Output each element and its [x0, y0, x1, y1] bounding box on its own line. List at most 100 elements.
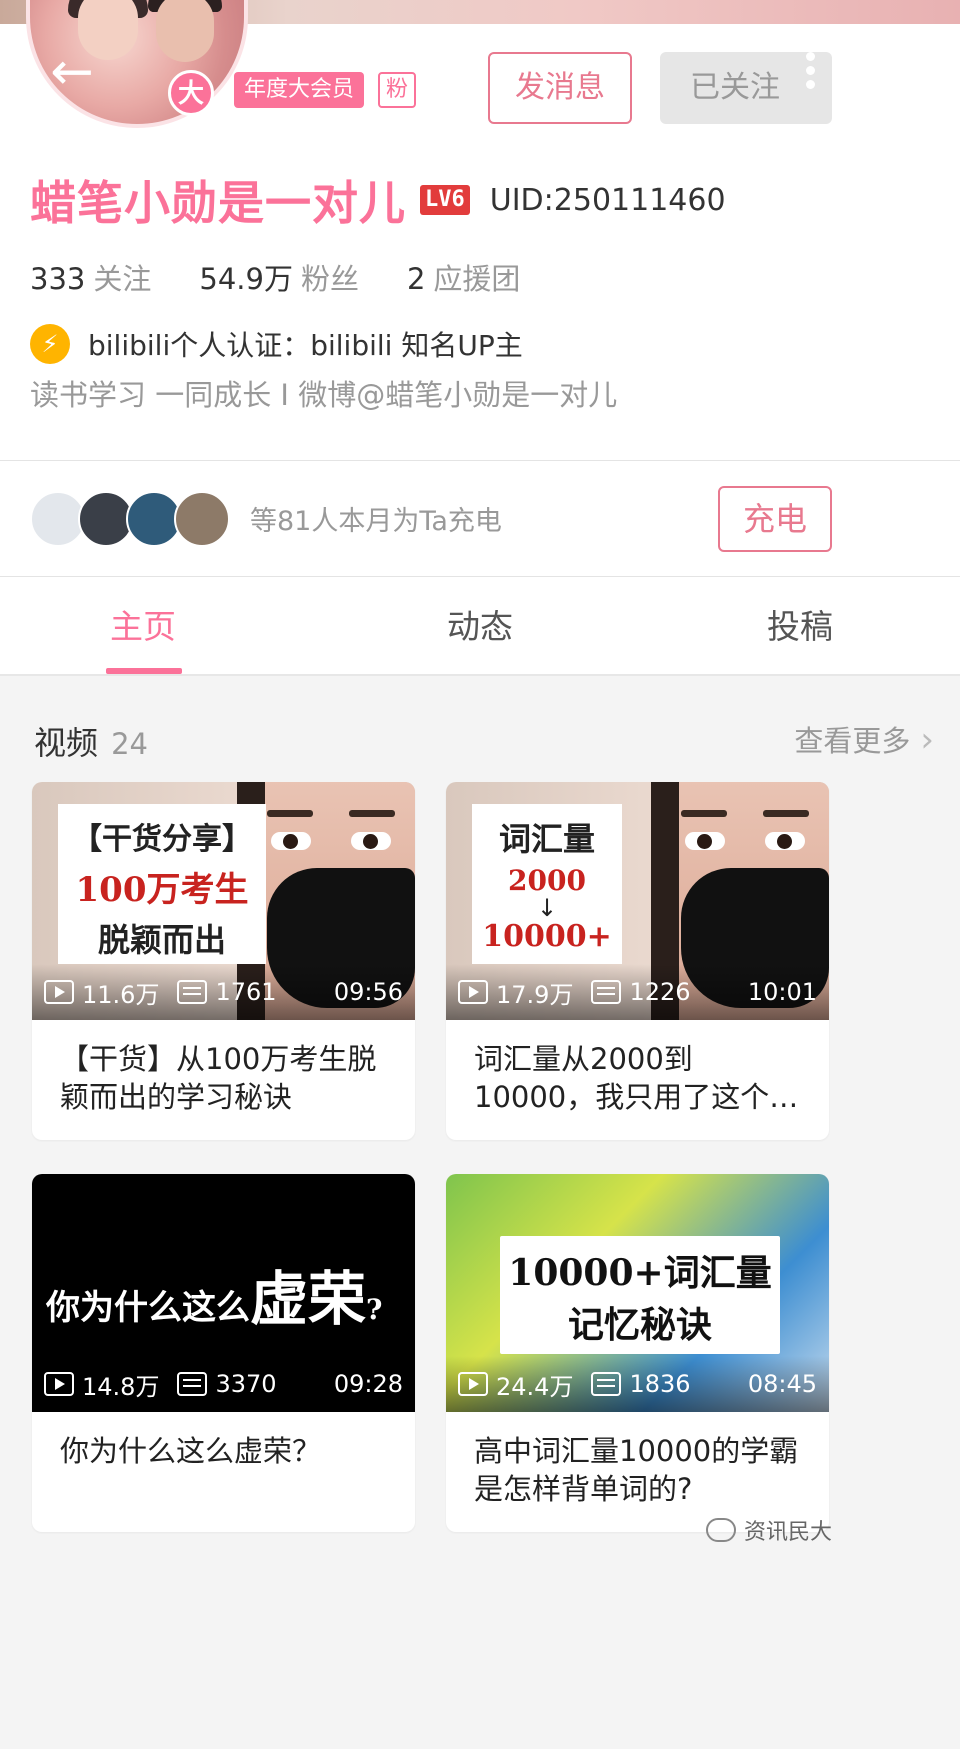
watermark: 资讯民大	[706, 1514, 832, 1546]
play-count-icon	[44, 1372, 74, 1396]
eye	[765, 832, 805, 850]
fan-tag[interactable]: 粉	[378, 72, 416, 108]
thumbnail-text: 你为什么这么虚荣?	[46, 1252, 406, 1336]
danmaku-icon	[591, 980, 622, 1004]
verification-row: ⚡ bilibili个人认证：bilibili 知名UP主	[30, 322, 523, 366]
username: 蜡笔小勋是一对儿	[30, 176, 406, 230]
view-count: 14.8万	[82, 1372, 160, 1401]
stat-support-groups[interactable]: 2 应援团	[407, 256, 520, 300]
video-thumbnail: 10000+词汇量 记忆秘诀 24.4万 1836 08:45	[446, 1174, 829, 1412]
video-thumbnail: 【干货分享】 100万考生 脱颖而出 11.6万 1761 09:56	[32, 782, 415, 1020]
video-thumbnail: 你为什么这么虚荣? 14.8万 3370 09:28	[32, 1174, 415, 1412]
danmaku-icon	[177, 1372, 208, 1396]
danmaku-count: 1836	[629, 1370, 691, 1398]
annual-vip-tag[interactable]: 年度大会员	[234, 72, 365, 108]
see-more-link[interactable]: 查看更多 ›	[794, 718, 934, 760]
stat-label: 粉丝	[300, 262, 359, 296]
send-message-button[interactable]: 发消息	[488, 52, 632, 124]
danmaku-icon	[591, 1372, 622, 1396]
charge-row: 等81人本月为Ta充电 充电	[0, 461, 960, 576]
brow	[681, 810, 727, 817]
danmaku-count: 1226	[629, 978, 691, 1006]
eye	[351, 832, 391, 850]
lightning-icon: ⚡	[30, 324, 70, 364]
danmaku-count: 1761	[215, 978, 277, 1006]
name-row: 蜡笔小勋是一对儿 LV6 UID:250111460	[30, 170, 726, 230]
tab-home[interactable]: 主页	[0, 577, 320, 674]
stat-label: 应援团	[433, 262, 521, 296]
wechat-icon	[706, 1518, 736, 1542]
video-card[interactable]: 【干货分享】 100万考生 脱颖而出 11.6万 1761 09:56 【干货】…	[32, 782, 415, 1140]
thumb-text: 词汇量	[498, 820, 595, 858]
profile-header: ← 大 年度大会员 粉 发消息 已关注 蜡笔小勋是一对儿 LV6 UID:250…	[0, 0, 960, 515]
thumb-text: 虚荣	[250, 1265, 367, 1333]
thumbnail-text-card: 词汇量 2000 ↓ 10000+	[472, 804, 622, 964]
signature: 读书学习 一同成长 I 微博@蜡笔小勋是一对儿	[30, 378, 618, 412]
danmaku-count: 3370	[215, 1370, 277, 1398]
verification-text: bilibili个人认证：bilibili 知名UP主	[88, 329, 523, 362]
level-badge: LV6	[420, 185, 470, 215]
thumb-text: 【干货分享】	[72, 822, 252, 857]
stats-row: 333 关注 54.9万 粉丝 2 应援团	[30, 256, 568, 300]
video-thumbnail: 词汇量 2000 ↓ 10000+ 17.9万 1226 10:01	[446, 782, 829, 1020]
section-count: 24	[111, 727, 149, 761]
video-title: 【干货】从100万考生脱颖而出的学习秘诀	[60, 1042, 377, 1114]
view-count: 17.9万	[496, 980, 574, 1009]
eye	[685, 832, 725, 850]
charge-button[interactable]: 充电	[718, 486, 832, 552]
back-button[interactable]: ←	[44, 46, 100, 98]
video-meta-bar: 24.4万 1836 08:45	[446, 1356, 829, 1412]
eye	[271, 832, 311, 850]
section-title: 视频	[34, 724, 99, 762]
thumb-text: 记忆秘诀	[567, 1304, 712, 1346]
thumb-text: 10000+	[482, 919, 612, 954]
video-title: 你为什么这么虚荣？	[60, 1434, 322, 1468]
brow	[349, 810, 395, 817]
video-duration: 09:28	[333, 1370, 403, 1398]
video-meta-bar: 14.8万 3370 09:28	[32, 1356, 415, 1412]
play-count-icon	[458, 980, 488, 1004]
video-card[interactable]: 词汇量 2000 ↓ 10000+ 17.9万 1226 10:01 词汇量从2…	[446, 782, 829, 1140]
stat-fans[interactable]: 54.9万 粉丝	[199, 256, 359, 300]
thumb-text: 10000+词汇量	[508, 1252, 772, 1294]
video-card[interactable]: 你为什么这么虚荣? 14.8万 3370 09:28 你为什么这么虚荣？	[32, 1174, 415, 1532]
tab-uploads[interactable]: 投稿	[640, 577, 960, 674]
danmaku-icon	[177, 980, 208, 1004]
more-vertical-icon[interactable]	[800, 52, 820, 96]
arrow-left-icon: ←	[50, 42, 94, 102]
thumb-text: ?	[366, 1293, 383, 1326]
charge-count-text[interactable]: 等81人本月为Ta充电	[250, 499, 502, 538]
arrow-down-icon: ↓	[536, 894, 558, 922]
thumb-text: 你为什么这么	[46, 1288, 250, 1328]
view-count: 24.4万	[496, 1372, 574, 1401]
stat-value: 333	[30, 262, 86, 296]
play-count-icon	[458, 1372, 488, 1396]
thumb-text: 100万考生	[75, 870, 249, 910]
divider	[0, 674, 960, 676]
charger-avatars[interactable]	[30, 491, 230, 547]
stat-value: 2	[406, 262, 426, 296]
thumbnail-text-card: 【干货分享】 100万考生 脱颖而出	[58, 804, 266, 964]
video-title: 词汇量从2000到10000，我只用了这个…	[474, 1042, 799, 1114]
video-meta-bar: 11.6万 1761 09:56	[32, 964, 415, 1020]
watermark-text: 资讯民大	[744, 1520, 833, 1545]
uid: UID:250111460	[489, 182, 726, 218]
tab-dynamics[interactable]: 动态	[320, 577, 640, 674]
stat-label: 关注	[93, 262, 152, 296]
video-duration: 10:01	[747, 978, 817, 1006]
thumbnail-text-card: 10000+词汇量 记忆秘诀	[500, 1236, 780, 1354]
stat-following[interactable]: 333 关注	[30, 256, 151, 300]
avatar-face-right	[156, 0, 214, 62]
play-count-icon	[44, 980, 74, 1004]
thumb-text: 2000	[508, 864, 586, 897]
chevron-right-icon: ›	[920, 720, 934, 760]
tab-bar: 主页 动态 投稿	[0, 577, 960, 674]
brow	[763, 810, 809, 817]
video-duration: 09:56	[333, 978, 403, 1006]
see-more-label: 查看更多	[794, 724, 911, 758]
thumb-text: 脱颖而出	[97, 921, 226, 959]
videos-section-header: 视频 24 查看更多 ›	[34, 718, 934, 762]
view-count: 11.6万	[82, 980, 160, 1009]
stat-value: 54.9万	[199, 262, 293, 296]
video-card[interactable]: 10000+词汇量 记忆秘诀 24.4万 1836 08:45 高中词汇量100…	[446, 1174, 829, 1532]
